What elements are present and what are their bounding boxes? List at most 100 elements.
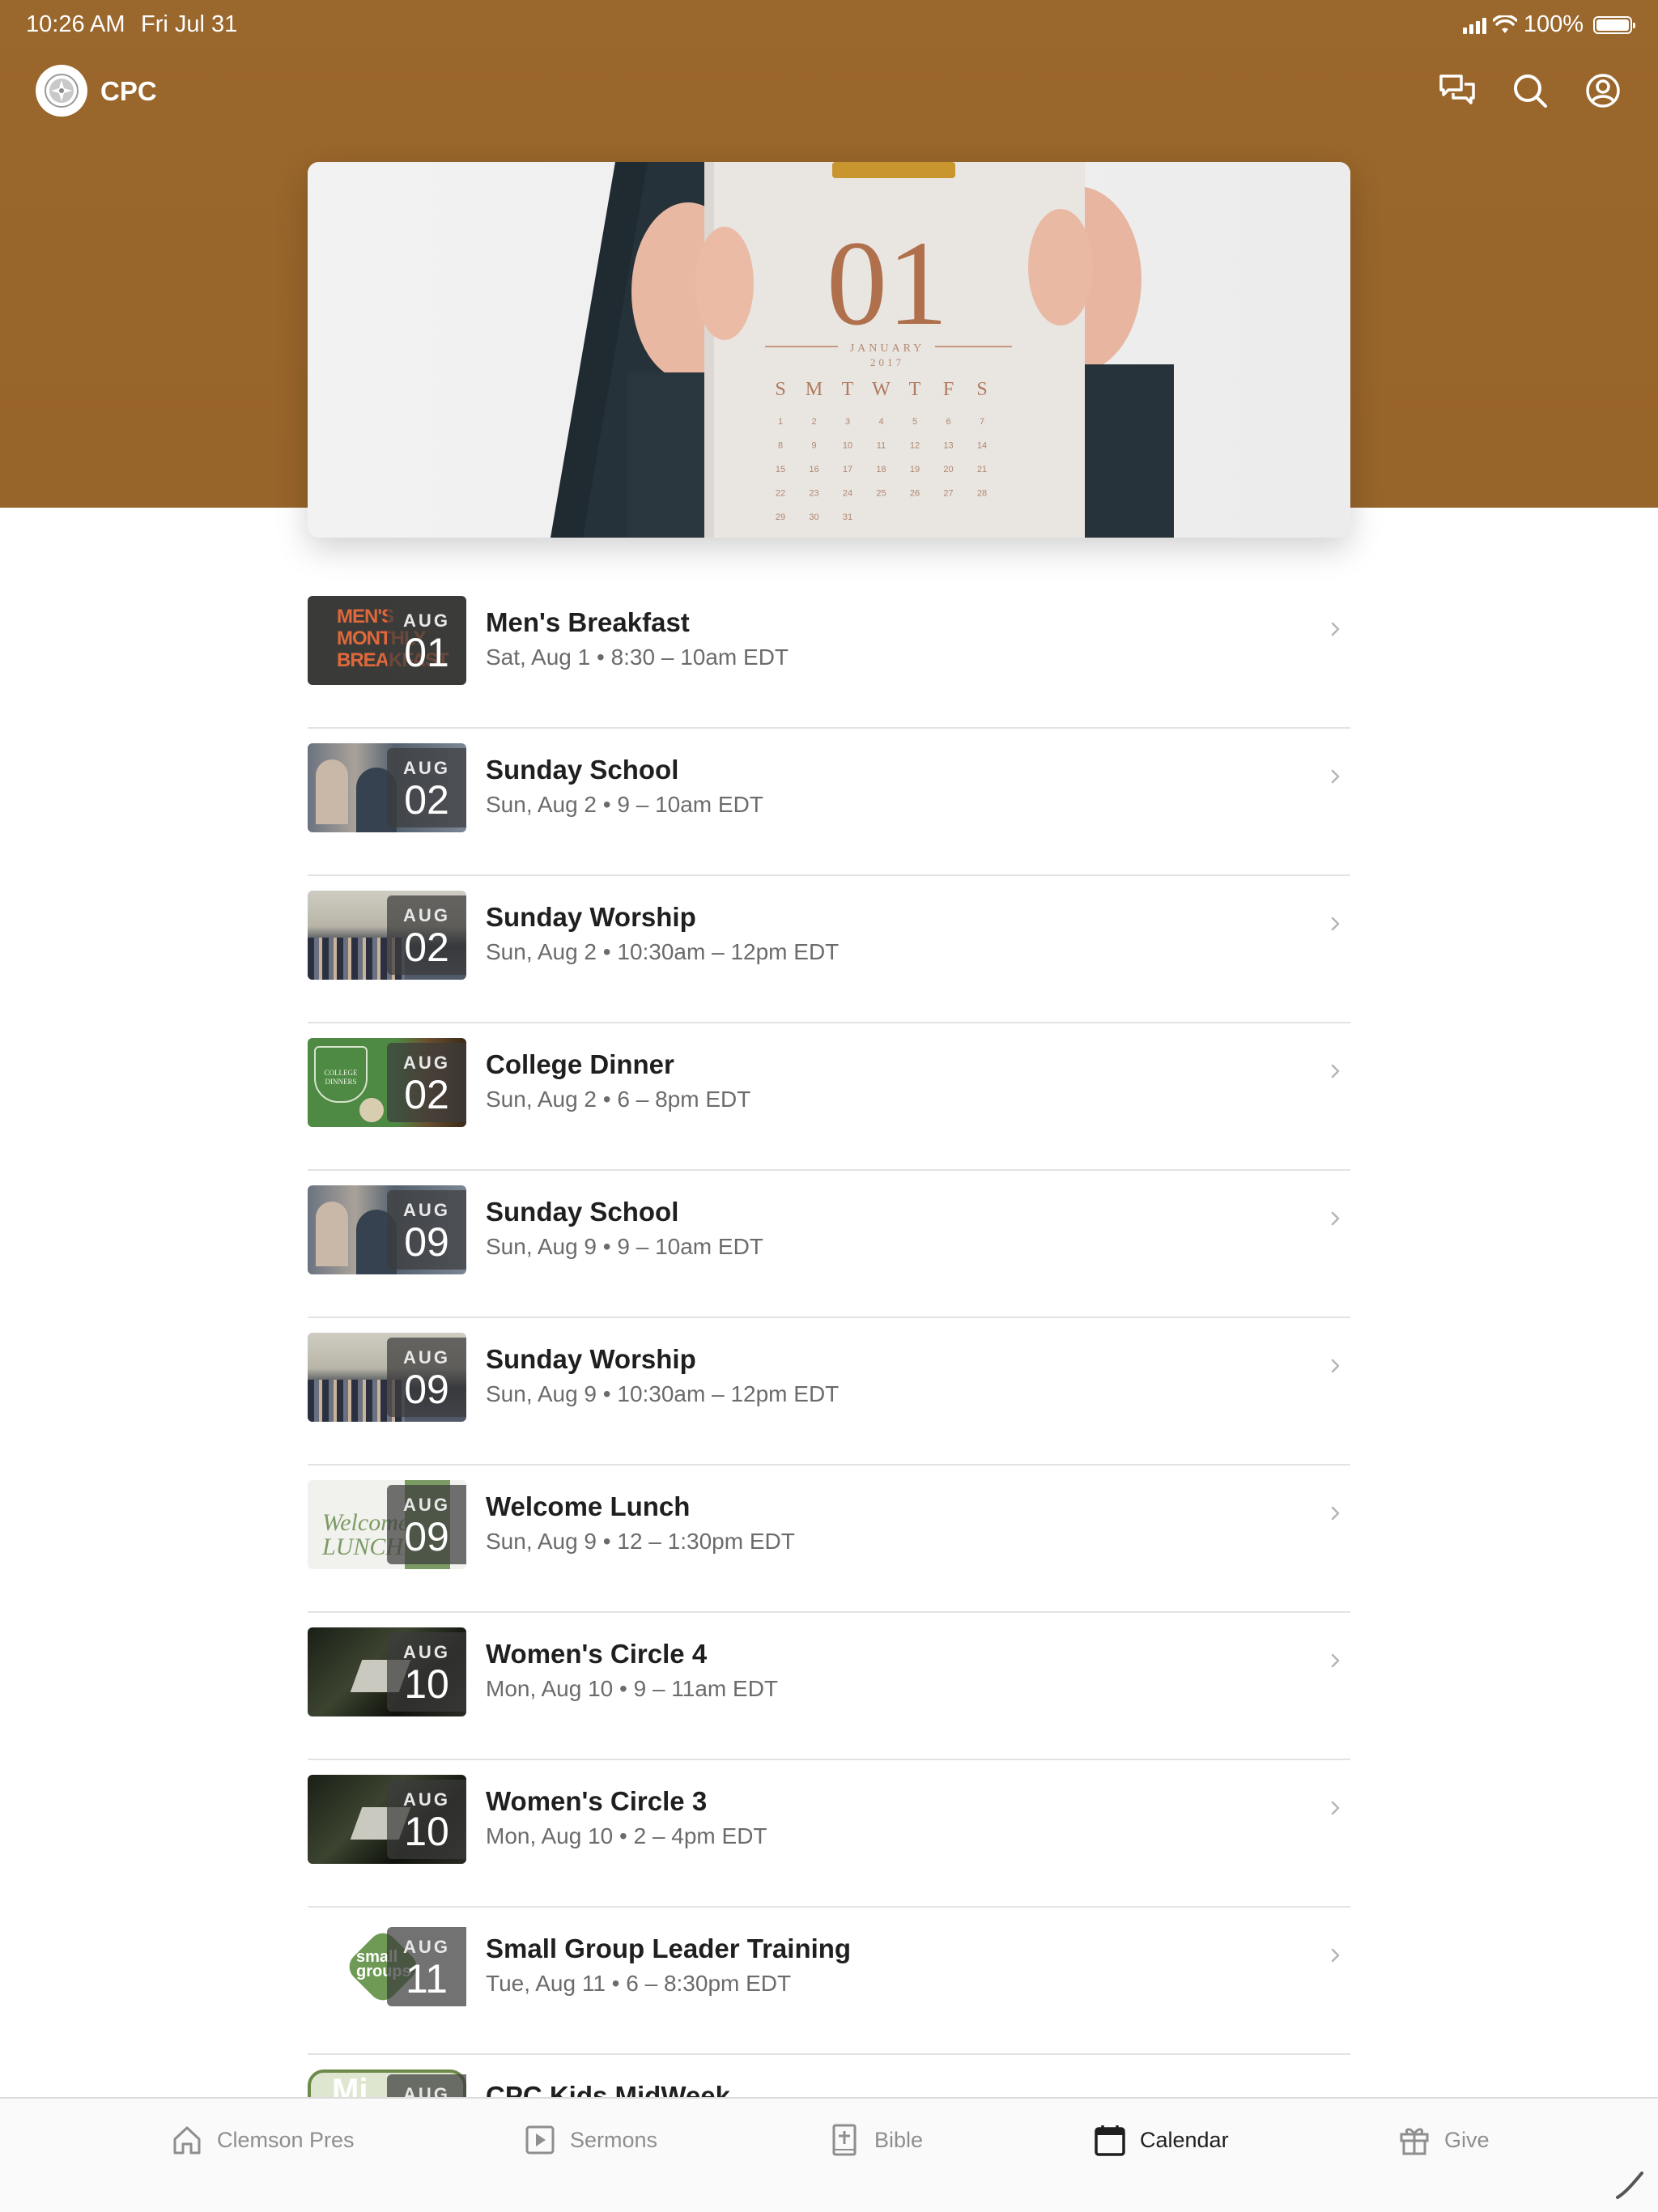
event-row[interactable]: MEN'S MONTHLY BREAKFASTAUG01 Men's Breakf…: [308, 581, 1350, 729]
event-title: College Dinner: [486, 1049, 674, 1079]
hero-day: 15: [776, 465, 785, 474]
hero-day: 5: [912, 417, 917, 427]
hero-weekday: F: [943, 379, 954, 400]
event-row[interactable]: AUG 09 Sunday Worship Sun, Aug 9 • 10:30am …: [308, 1318, 1350, 1465]
hero-day: 23: [809, 489, 818, 499]
event-month: AUG: [403, 758, 450, 778]
event-subtitle: Sun, Aug 9 • 10:30am – 12pm EDT: [486, 1381, 840, 1406]
hero-day: 19: [910, 465, 920, 474]
event-month: AUG: [403, 1642, 450, 1662]
hero-day: 18: [876, 465, 886, 474]
event-day: 02: [404, 1072, 449, 1117]
thumb-text: COLLEGE DINNERS: [314, 1046, 368, 1103]
hero-day: 2: [811, 417, 816, 427]
brand-title: CPC: [100, 76, 157, 106]
bottom-tab-bar: Clemson Pres Sermons Bible Calendar Give: [0, 2097, 1658, 2212]
event-thumbnail: AUG 02: [308, 891, 466, 980]
event-row[interactable]: AUG 02 Sunday Worship Sun, Aug 2 • 10:30am …: [308, 876, 1350, 1023]
tab-label: Give: [1444, 2127, 1490, 2152]
chevron-right-icon: [1331, 769, 1340, 784]
status-date: Fri Jul 31: [141, 11, 238, 37]
event-title: Small Group Leader Training: [486, 1933, 852, 1963]
event-row[interactable]: AUG 10 Women's Circle 3 Mon, Aug 10 • 2 – 4…: [308, 1760, 1350, 1908]
tab-sermons[interactable]: Sermons: [523, 2123, 657, 2157]
hero-day: 6: [946, 417, 950, 427]
hero-day: 14: [977, 441, 987, 451]
event-date-badge: AUG 09: [387, 1190, 466, 1270]
hero-day: 28: [977, 489, 987, 499]
event-day: 11: [406, 1956, 448, 2001]
hero-day: 1: [778, 417, 783, 427]
hero-day: 20: [943, 465, 953, 474]
chevron-right-icon: [1331, 1948, 1340, 1963]
thumb-text: MEN'S MONTHLY BREAKFAST: [337, 606, 449, 671]
hero-month: JANUARY: [850, 342, 925, 355]
tab-calendar[interactable]: Calendar: [1093, 2123, 1229, 2157]
chevron-right-icon: [1331, 1506, 1340, 1521]
event-thumbnail: AUG 09: [308, 1333, 466, 1422]
event-subtitle: Mon, Aug 10 • 2 – 4pm EDT: [486, 1823, 767, 1848]
chevron-right-icon: [1331, 1801, 1340, 1815]
hero-day: 8: [778, 441, 783, 451]
event-thumbnail: MEN'S MONTHLY BREAKFASTAUG01: [308, 596, 466, 685]
tab-label: Calendar: [1140, 2127, 1229, 2152]
event-date-badge: AUG 11: [387, 1927, 466, 2006]
event-month: AUG: [403, 610, 450, 631]
event-month: AUG: [403, 1937, 450, 1957]
status-time: 10:26 AM: [26, 11, 125, 37]
account-button[interactable]: [1584, 71, 1622, 110]
hero-day: 4: [878, 417, 883, 427]
hero-big-number: 01: [827, 216, 948, 351]
chat-bubbles-icon: [1439, 74, 1475, 104]
event-row[interactable]: small groups AUG 11 Small Group Leader Trai…: [308, 1908, 1350, 2055]
pencil-handle-icon: [1616, 2172, 1643, 2199]
tab-label: Bible: [874, 2127, 924, 2152]
tab-give[interactable]: Give: [1397, 2123, 1490, 2157]
cellular-signal-icon: [1462, 16, 1486, 34]
tab-bible[interactable]: Bible: [827, 2123, 923, 2157]
status-bar: 10:26 AM Fri Jul 31 100%: [26, 11, 1635, 44]
event-subtitle: Sat, Aug 1 • 8:30 – 10am EDT: [486, 644, 789, 670]
event-thumbnail: AUG 02: [308, 743, 466, 832]
event-thumbnail: COLLEGE DINNERS AUG 02: [308, 1038, 466, 1127]
event-month: AUG: [403, 1200, 450, 1220]
calendar-icon: [1095, 2125, 1125, 2156]
event-day: 02: [404, 777, 449, 823]
event-subtitle: Mon, Aug 10 • 9 – 11am EDT: [486, 1676, 779, 1701]
chevron-right-icon: [1331, 622, 1340, 636]
battery-percent: 100%: [1523, 11, 1584, 37]
event-row[interactable]: AUG 09 Sunday School Sun, Aug 9 • 9 – 10am …: [308, 1171, 1350, 1318]
search-button[interactable]: [1511, 71, 1550, 110]
hero-day: 13: [943, 441, 953, 451]
hero-banner-image: 01 JANUARY 2017 SMTWTFS 1 2 3 4 5 6 7 8 9 10 11 12 1…: [308, 162, 1350, 538]
event-list: MEN'S MONTHLY BREAKFASTAUG01Men's Breakf…: [308, 581, 1350, 2120]
event-subtitle: Tue, Aug 11 • 6 – 8:30pm EDT: [486, 1971, 792, 1996]
church-logo[interactable]: [36, 65, 87, 117]
user-account-icon: [1586, 74, 1620, 108]
tab-clemson-pres[interactable]: Clemson Pres: [170, 2123, 355, 2157]
hero-day: 12: [910, 441, 920, 451]
event-row[interactable]: Welcome LUNCH AUG 09 Welcome Lunch Sun, Aug …: [308, 1465, 1350, 1613]
hero-weekday: T: [842, 379, 854, 400]
event-month: AUG: [403, 1495, 450, 1515]
wifi-icon: [1492, 15, 1517, 33]
hero-day: 17: [843, 465, 852, 474]
event-row[interactable]: COLLEGE DINNERS AUG 02 College Dinner Sun, A…: [308, 1023, 1350, 1171]
event-title: Sunday Worship: [486, 902, 696, 932]
calendar-photo: 01 JANUARY 2017 SMTWTFS 1 2 3 4 5 6 78 9 10 11 12 1…: [308, 162, 1350, 538]
event-day: 01: [404, 630, 449, 675]
hero-weekday: S: [976, 379, 987, 400]
hero-day: 7: [980, 417, 984, 427]
event-subtitle: Sun, Aug 2 • 6 – 8pm EDT: [486, 1087, 751, 1112]
tab-label: Sermons: [570, 2127, 658, 2152]
messages-button[interactable]: [1438, 71, 1477, 110]
event-day: 10: [404, 1661, 449, 1707]
event-date-badge: AUG 01: [387, 601, 466, 680]
gift-icon: [1400, 2128, 1429, 2155]
hero-day: 11: [877, 441, 886, 451]
event-day: 09: [404, 1514, 449, 1559]
event-row[interactable]: AUG 02 Sunday School Sun, Aug 2 • 9 – 10am …: [308, 729, 1350, 876]
event-row[interactable]: AUG 10 Women's Circle 4 Mon, Aug 10 • 9 – 1…: [308, 1613, 1350, 1760]
event-thumbnail: AUG 09: [308, 1185, 466, 1274]
tab-label: Clemson Pres: [217, 2127, 355, 2152]
